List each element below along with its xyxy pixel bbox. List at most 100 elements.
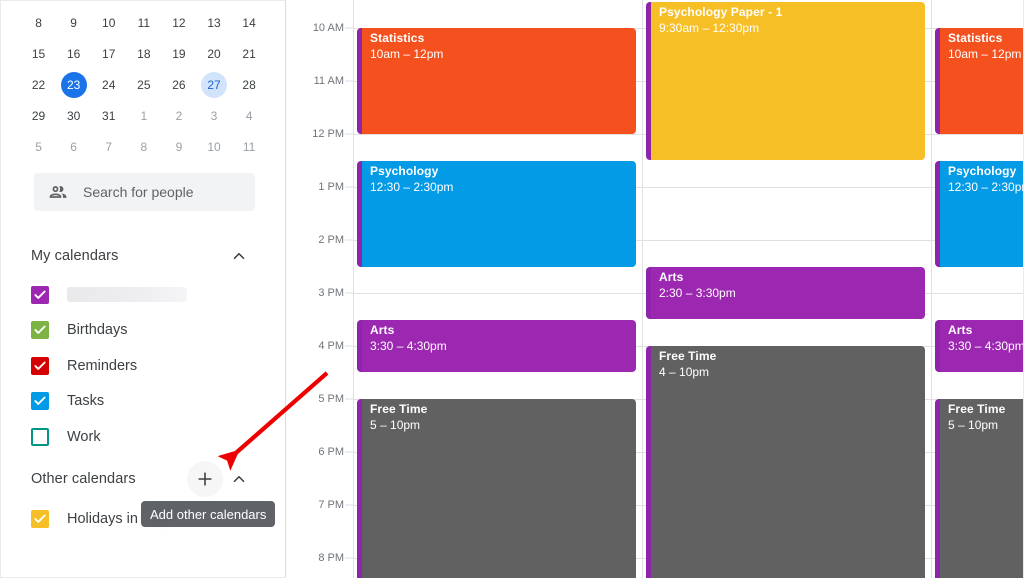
mini-calendar-week-row: 15 16 17 18 19 20 21 <box>21 38 267 69</box>
mini-calendar-day-number: 18 <box>137 46 151 61</box>
mini-calendar-day-number: 14 <box>242 15 256 30</box>
checkbox-checked-icon[interactable] <box>31 321 49 340</box>
mini-calendar-day-number: 7 <box>105 139 113 154</box>
calendar-event-title: Statistics <box>948 31 1003 45</box>
calendar-event[interactable]: Arts 3:30 – 4:30pm <box>357 320 636 372</box>
mini-calendar-day[interactable]: 21 <box>232 38 267 69</box>
mini-month-calendar[interactable]: 8 9 10 11 12 13 14 15 16 17 18 19 20 21 22 23 24 25 26 27 28… <box>21 7 267 162</box>
mini-calendar-day[interactable]: 5 <box>21 131 56 162</box>
mini-calendar-day[interactable]: 3 <box>196 100 231 131</box>
calendar-event-title: Statistics <box>370 31 425 45</box>
calendar-event-title: Arts <box>948 323 973 337</box>
calendar-event[interactable]: Free Time 5 – 10pm <box>357 399 636 578</box>
time-tick <box>345 504 353 506</box>
mini-calendar-day[interactable]: 22 <box>21 69 56 100</box>
mini-calendar-day[interactable]: 15 <box>21 38 56 69</box>
calendar-event-title: Psychology Paper - 1 <box>659 5 783 19</box>
calendar-event-time: 4 – 10pm <box>659 365 710 379</box>
time-label: 1 PM <box>318 181 344 193</box>
mini-calendar-day[interactable]: 6 <box>56 131 91 162</box>
my-calendars-header[interactable]: My calendars <box>31 244 255 268</box>
time-gutter: 10 AM 11 AM 12 PM 1 PM 2 PM 3 PM 4 PM 5 PM 6 PM 7… <box>286 0 353 578</box>
mini-calendar-day[interactable]: 29 <box>21 100 56 131</box>
mini-calendar-day[interactable]: 12 <box>161 7 196 38</box>
calendar-event[interactable]: Free Time 5 – 10pm <box>935 399 1024 578</box>
mini-calendar-day[interactable]: 24 <box>91 69 126 100</box>
mini-calendar-day-number: 22 <box>31 77 46 92</box>
mini-calendar-day[interactable]: 26 <box>161 69 196 100</box>
mini-calendar-day[interactable]: 30 <box>56 100 91 131</box>
checkbox-checked-icon[interactable] <box>31 392 49 411</box>
mini-calendar-day[interactable]: 17 <box>91 38 126 69</box>
mini-calendar-day[interactable]: 9 <box>56 7 91 38</box>
checkbox-unchecked-icon[interactable] <box>31 427 49 446</box>
time-label: 8 PM <box>318 552 344 564</box>
mini-calendar-day-number: 20 <box>207 46 221 61</box>
calendar-list-item[interactable]: Work <box>31 419 261 455</box>
mini-calendar-day[interactable]: 9 <box>161 131 196 162</box>
calendar-event[interactable]: Free Time 4 – 10pm <box>646 346 925 578</box>
checkbox-checked-icon[interactable] <box>31 285 49 304</box>
add-other-calendars-plus-icon[interactable] <box>187 461 223 497</box>
mini-calendar-day[interactable]: 10 <box>91 7 126 38</box>
mini-calendar-day[interactable]: 16 <box>56 38 91 69</box>
mini-calendar-day[interactable]: 11 <box>232 131 267 162</box>
day-columns: Statistics 10am – 12pm Psychology 12:30 – 2… <box>353 0 1024 578</box>
calendar-list-item-label: Reminders <box>67 357 138 374</box>
mini-calendar-day-number: 3 <box>210 108 218 123</box>
mini-calendar-week-row: 5 6 7 8 9 10 11 <box>21 131 267 162</box>
mini-calendar-day[interactable]: 18 <box>126 38 161 69</box>
calendar-list-item[interactable]: Tasks <box>31 384 261 420</box>
calendar-event-title: Free Time <box>659 349 717 363</box>
calendar-event-time: 10am – 12pm <box>948 47 1022 61</box>
time-label: 7 PM <box>318 499 344 511</box>
calendar-list-item[interactable]: Birthdays <box>31 313 261 349</box>
mini-calendar-day[interactable]: 27 <box>196 69 231 100</box>
time-tick <box>345 451 353 453</box>
mini-calendar-day-number: 17 <box>102 46 116 61</box>
mini-calendar-day[interactable]: 11 <box>126 7 161 38</box>
add-other-calendars-tooltip: Add other calendars <box>141 501 276 527</box>
calendar-event-time: 3:30 – 4:30pm <box>370 339 447 353</box>
my-calendars-collapse-chevron-up-icon[interactable] <box>223 240 255 272</box>
calendar-event[interactable]: Statistics 10am – 12pm <box>357 28 636 134</box>
checkbox-checked-icon[interactable] <box>31 356 49 375</box>
mini-calendar-day[interactable]: 8 <box>126 131 161 162</box>
mini-calendar-day[interactable]: 7 <box>91 131 126 162</box>
other-calendars-header[interactable]: Other calendars <box>31 461 255 497</box>
mini-calendar-day[interactable]: 23 <box>56 69 91 100</box>
calendar-list-item-label <box>67 287 187 303</box>
calendar-event[interactable]: Arts 2:30 – 3:30pm <box>646 267 925 319</box>
mini-calendar-day[interactable]: 14 <box>232 7 267 38</box>
mini-calendar-day[interactable]: 19 <box>161 38 196 69</box>
mini-calendar-day[interactable]: 28 <box>232 69 267 100</box>
mini-calendar-day[interactable]: 13 <box>196 7 231 38</box>
calendar-event[interactable]: Psychology 12:30 – 2:30pm <box>357 161 636 267</box>
mini-calendar-day[interactable]: 4 <box>232 100 267 131</box>
calendar-event[interactable]: Psychology Paper - 1 9:30am – 12:30pm <box>646 2 925 160</box>
calendar-event[interactable]: Psychology 12:30 – 2:30pm <box>935 161 1024 267</box>
checkbox-checked-icon[interactable] <box>31 509 49 528</box>
mini-calendar-day[interactable]: 8 <box>21 7 56 38</box>
calendar-event[interactable]: Statistics 10am – 12pm <box>935 28 1024 134</box>
calendar-list-item[interactable] <box>31 277 261 313</box>
mini-calendar-week-row: 8 9 10 11 12 13 14 <box>21 7 267 38</box>
mini-calendar-day-number: 15 <box>31 46 46 61</box>
time-label: 6 PM <box>318 446 344 458</box>
calendar-event-title: Arts <box>370 323 395 337</box>
calendar-list-item-label: Tasks <box>67 393 105 410</box>
calendar-list-item[interactable]: Reminders <box>31 348 261 384</box>
mini-calendar-day[interactable]: 10 <box>196 131 231 162</box>
mini-calendar-day[interactable]: 1 <box>126 100 161 131</box>
mini-calendar-day[interactable]: 2 <box>161 100 196 131</box>
other-calendars-collapse-chevron-up-icon[interactable] <box>223 463 255 495</box>
calendar-event-time: 2:30 – 3:30pm <box>659 286 736 300</box>
mini-calendar-day[interactable]: 20 <box>196 38 231 69</box>
mini-calendar-day[interactable]: 31 <box>91 100 126 131</box>
time-label: 4 PM <box>318 340 344 352</box>
mini-calendar-day[interactable]: 25 <box>126 69 161 100</box>
mini-calendar-day-number: 6 <box>70 139 77 154</box>
calendar-event[interactable]: Arts 3:30 – 4:30pm <box>935 320 1024 372</box>
search-people-input[interactable]: Search for people <box>34 173 255 211</box>
day-column-separator <box>931 0 932 578</box>
